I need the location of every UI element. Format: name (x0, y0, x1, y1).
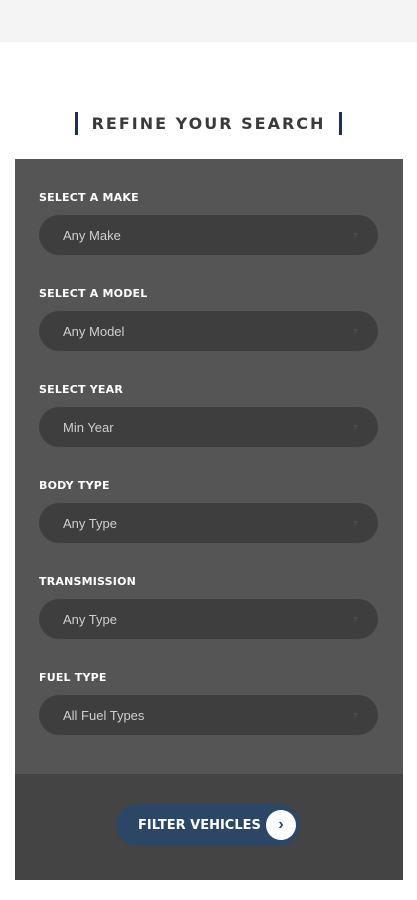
page-title: REFINE YOUR SEARCH (91, 113, 326, 133)
filter-footer: FILTER VEHICLES › (15, 774, 403, 880)
body-type-label: BODY TYPE (39, 479, 110, 492)
year-label: SELECT YEAR (39, 383, 124, 396)
fuel-type-label: FUEL TYPE (39, 671, 107, 684)
transmission-select-value: Any Type (63, 611, 117, 627)
chevron-down-icon: ▼ (351, 710, 360, 720)
make-select[interactable]: Any Make ▼ (39, 215, 378, 255)
search-filter-panel: SELECT A MAKE Any Make ▼ SELECT A MODEL … (15, 159, 403, 774)
make-select-value: Any Make (63, 227, 121, 243)
model-label: SELECT A MODEL (39, 287, 148, 300)
chevron-down-icon: ▼ (351, 614, 360, 624)
fuel-type-select[interactable]: All Fuel Types ▼ (39, 695, 378, 735)
transmission-select[interactable]: Any Type ▼ (39, 599, 378, 639)
top-strip (0, 0, 417, 42)
chevron-down-icon: ▼ (351, 422, 360, 432)
heading-bar-right (339, 111, 343, 135)
filter-vehicles-button[interactable]: FILTER VEHICLES › (116, 804, 300, 846)
chevron-down-icon: ▼ (351, 518, 360, 528)
chevron-right-icon: › (266, 810, 296, 840)
model-select[interactable]: Any Model ▼ (39, 311, 378, 351)
heading-bar-left (74, 111, 78, 135)
year-select-value: Min Year (63, 419, 114, 435)
body-type-select[interactable]: Any Type ▼ (39, 503, 378, 543)
make-label: SELECT A MAKE (39, 191, 139, 204)
chevron-down-icon: ▼ (351, 230, 360, 240)
model-select-value: Any Model (63, 323, 125, 339)
fuel-type-select-value: All Fuel Types (63, 707, 145, 723)
body-type-select-value: Any Type (63, 515, 117, 531)
section-heading: REFINE YOUR SEARCH (0, 110, 417, 136)
chevron-down-icon: ▼ (351, 326, 360, 336)
transmission-label: TRANSMISSION (39, 575, 137, 588)
filter-vehicles-label: FILTER VEHICLES (138, 817, 261, 833)
year-select[interactable]: Min Year ▼ (39, 407, 378, 447)
